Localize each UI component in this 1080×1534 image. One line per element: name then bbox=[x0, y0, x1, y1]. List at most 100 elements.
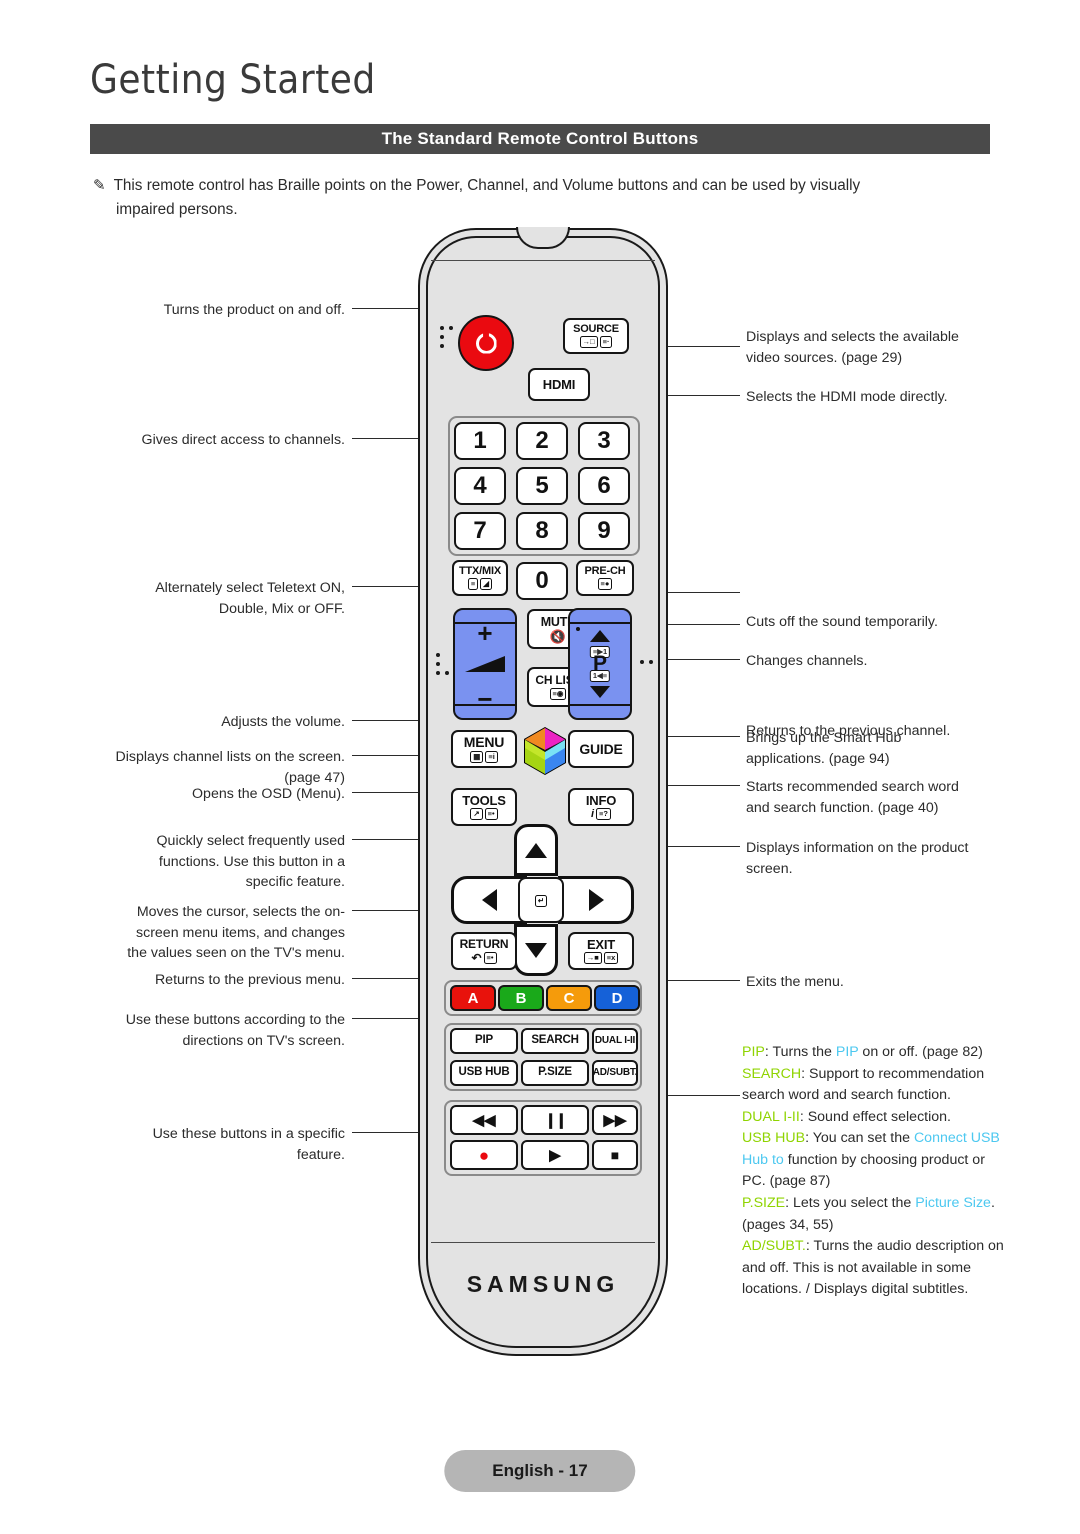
italic-i-icon: i bbox=[590, 807, 595, 820]
dpad-down-button[interactable] bbox=[514, 924, 558, 976]
enter-button[interactable]: ↵ bbox=[518, 877, 564, 923]
fast-forward-button[interactable]: ▶▶ bbox=[592, 1105, 638, 1135]
info-button[interactable]: INFO i ≡? bbox=[568, 788, 634, 826]
pre-ch-button[interactable]: PRE-CH ≡● bbox=[576, 560, 634, 596]
ad-subt-button[interactable]: AD/SUBT. bbox=[592, 1060, 638, 1086]
color-key-c[interactable]: C bbox=[546, 985, 592, 1011]
number-key-7[interactable]: 7 bbox=[454, 512, 506, 550]
volume-up-icon[interactable]: + bbox=[477, 620, 492, 646]
teletext-page-down-icon: 1◀≡ bbox=[589, 670, 611, 682]
hdmi-button[interactable]: HDMI bbox=[528, 368, 590, 401]
annotation-guide: Starts recommended search word and searc… bbox=[746, 779, 959, 816]
fast-forward-icon: ▶▶ bbox=[603, 1111, 627, 1129]
annotation-volume: Adjusts the volume. bbox=[221, 714, 345, 730]
volume-down-icon[interactable]: − bbox=[477, 686, 492, 712]
enter-icon: ↵ bbox=[534, 894, 548, 907]
source-icons: →□ ≡· bbox=[579, 336, 613, 349]
menu-icons: ▦ ≡i bbox=[470, 750, 498, 763]
page-number-label: English - 17 bbox=[492, 1461, 588, 1480]
power-button[interactable] bbox=[458, 315, 514, 371]
number-key-1[interactable]: 1 bbox=[454, 422, 506, 460]
pause-button[interactable]: ❙❙ bbox=[521, 1105, 589, 1135]
stop-button[interactable]: ■ bbox=[592, 1140, 638, 1170]
function-key-body: : Turns the bbox=[764, 1044, 836, 1060]
function-key-body: : Lets you select the bbox=[785, 1195, 916, 1212]
annotation-colorkeys: Use these buttons according to the direc… bbox=[125, 1012, 345, 1049]
annotation-transport: Use these buttons in a specific feature. bbox=[152, 1126, 345, 1163]
function-key-note: SEARCH: Support to recommendation search… bbox=[742, 1064, 1010, 1107]
mix-icon: ◢ bbox=[480, 578, 493, 591]
number-key-6[interactable]: 6 bbox=[578, 467, 630, 505]
record-icon: ● bbox=[478, 1145, 490, 1165]
number-key-0[interactable]: 0 bbox=[516, 562, 568, 600]
source-button[interactable]: SOURCE →□ ≡· bbox=[563, 318, 629, 354]
ch-list-icon: ≡◉ bbox=[549, 687, 567, 700]
play-button[interactable]: ▶ bbox=[521, 1140, 589, 1170]
record-button[interactable]: ● bbox=[450, 1140, 518, 1170]
function-key-name: DUAL I-II bbox=[742, 1108, 800, 1125]
ttx-mix-button[interactable]: TTX/MIX ≡ ◢ bbox=[452, 560, 508, 596]
tools-button[interactable]: TOOLS ↗ ≡• bbox=[451, 788, 517, 826]
annotation-power: Turns the product on and off. bbox=[163, 302, 345, 318]
guide-button[interactable]: GUIDE bbox=[568, 730, 634, 768]
number-key-2[interactable]: 2 bbox=[516, 422, 568, 460]
pip-button[interactable]: PIP bbox=[450, 1028, 518, 1054]
info-list-icon: ≡? bbox=[596, 808, 612, 821]
grid-icon: ▦ bbox=[470, 750, 484, 763]
function-key-name: AD/SUBT. bbox=[742, 1238, 806, 1255]
smart-hub-button[interactable] bbox=[522, 726, 568, 776]
number-key-9[interactable]: 9 bbox=[578, 512, 630, 550]
channel-rocker[interactable]: ≡▶1 P 1◀≡ bbox=[568, 608, 632, 720]
annotation-channel: Changes channels. bbox=[746, 653, 868, 669]
undo-arrow-icon: ↶ bbox=[471, 950, 482, 965]
function-key-tail: on or off. (page 82) bbox=[858, 1044, 983, 1060]
annotation-source: Displays and selects the available video… bbox=[746, 329, 959, 366]
return-button[interactable]: RETURN ↶ ≡• bbox=[451, 932, 517, 970]
samsung-logo: SAMSUNG bbox=[466, 1271, 620, 1297]
list-icon: ≡· bbox=[599, 336, 613, 349]
exit-icons: →■ ≡x bbox=[583, 952, 619, 965]
braille-dots-channel bbox=[640, 660, 658, 670]
annotation-hdmi: Selects the HDMI mode directly. bbox=[746, 389, 948, 405]
menu-button[interactable]: MENU ▦ ≡i bbox=[451, 730, 517, 768]
channel-down-icon[interactable] bbox=[590, 686, 610, 698]
usb-hub-button[interactable]: USB HUB bbox=[450, 1060, 518, 1086]
function-key-name: USB HUB bbox=[742, 1130, 806, 1147]
color-key-a[interactable]: A bbox=[450, 985, 496, 1011]
tools-icons: ↗ ≡• bbox=[470, 808, 498, 821]
exit-button[interactable]: EXIT →■ ≡x bbox=[568, 932, 634, 970]
channel-up-icon[interactable] bbox=[590, 630, 610, 642]
menu-list-icon: ≡i bbox=[485, 750, 498, 763]
number-key-3[interactable]: 3 bbox=[578, 422, 630, 460]
input-arrow-icon: →□ bbox=[579, 336, 598, 349]
number-key-4[interactable]: 4 bbox=[454, 467, 506, 505]
annotation-return: Returns to the previous menu. bbox=[154, 972, 345, 988]
annotation-numeric: Gives direct access to channels. bbox=[141, 432, 345, 448]
number-key-8[interactable]: 8 bbox=[516, 512, 568, 550]
function-key-note: DUAL I-II: Sound effect selection. bbox=[742, 1107, 1010, 1129]
arrow-up-icon bbox=[525, 842, 547, 858]
dual-button[interactable]: DUAL I-II bbox=[592, 1028, 638, 1054]
function-key-note: AD/SUBT.: Turns the audio description on… bbox=[742, 1236, 1010, 1301]
pencil-note-icon: ✎ bbox=[93, 177, 106, 194]
play-icon: ▶ bbox=[549, 1146, 561, 1164]
p-size-button[interactable]: P.SIZE bbox=[521, 1060, 589, 1086]
annotation-chlist: Displays channel lists on the screen. (p… bbox=[115, 749, 345, 786]
dpad-right-button[interactable] bbox=[558, 876, 634, 924]
function-key-body: : Sound effect selection. bbox=[799, 1108, 951, 1125]
volume-rocker[interactable]: + − bbox=[453, 608, 517, 720]
number-key-5[interactable]: 5 bbox=[516, 467, 568, 505]
section-heading-bar: The Standard Remote Control Buttons bbox=[90, 124, 990, 154]
search-button[interactable]: SEARCH bbox=[521, 1028, 589, 1054]
dpad-up-button[interactable] bbox=[514, 824, 558, 876]
braille-dot-channel bbox=[576, 627, 581, 632]
rewind-button[interactable]: ◀◀ bbox=[450, 1105, 518, 1135]
rewind-icon: ◀◀ bbox=[472, 1111, 496, 1129]
page-footer-pill: English - 17 bbox=[444, 1450, 636, 1492]
smart-hub-cube-icon bbox=[524, 727, 566, 775]
color-key-d[interactable]: D bbox=[594, 985, 640, 1011]
dpad-left-button[interactable] bbox=[451, 876, 527, 924]
color-key-b[interactable]: B bbox=[498, 985, 544, 1011]
function-key-note: P.SIZE: Lets you select the Picture Size… bbox=[742, 1193, 1010, 1236]
function-key-note: USB HUB: You can set the Connect USB Hub… bbox=[742, 1128, 1010, 1193]
